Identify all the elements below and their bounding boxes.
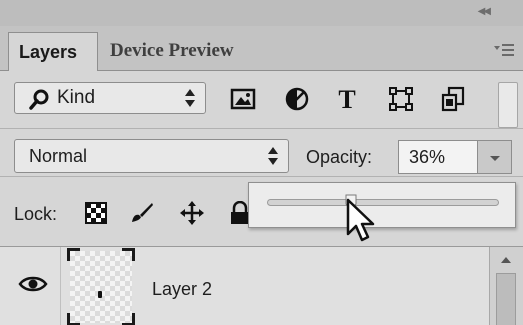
- visibility-column-divider: [60, 247, 61, 325]
- filter-row: Kind T: [0, 70, 523, 128]
- opacity-dropdown-button[interactable]: [478, 140, 512, 174]
- blend-mode-select[interactable]: Normal: [14, 139, 289, 173]
- type-filter-icon[interactable]: T: [334, 85, 360, 114]
- lock-label: Lock:: [14, 204, 58, 224]
- layers-scrollbar[interactable]: [489, 247, 523, 325]
- layer-row[interactable]: Layer 2: [0, 247, 490, 325]
- opacity-input[interactable]: 36%: [398, 140, 478, 174]
- lock-position-icon[interactable]: [180, 201, 204, 225]
- up-down-arrows-icon: [267, 145, 279, 167]
- filter-kind-select[interactable]: Kind: [14, 82, 206, 114]
- image-filter-icon[interactable]: [230, 86, 256, 112]
- opacity-label: Opacity:: [306, 147, 373, 167]
- panel-menu-icon[interactable]: [493, 40, 515, 60]
- mouse-cursor-icon: [345, 198, 377, 244]
- blend-mode-value: Normal: [29, 146, 88, 166]
- chevron-down-icon: [490, 156, 500, 161]
- tab-layers[interactable]: Layers: [8, 32, 98, 71]
- eye-icon[interactable]: [18, 273, 48, 295]
- lock-image-pixels-icon[interactable]: [130, 201, 154, 225]
- adjustment-filter-icon[interactable]: [284, 86, 310, 112]
- search-icon: [29, 88, 51, 110]
- collapse-panel-icon[interactable]: ◀◀: [478, 6, 491, 17]
- tab-device-preview[interactable]: Device Preview: [100, 32, 272, 70]
- scroll-up-icon[interactable]: [501, 257, 511, 263]
- panel-tab-bar: Layers Device Preview: [0, 26, 523, 71]
- up-down-arrows-icon: [184, 87, 196, 109]
- blend-opacity-row: Normal Opacity: 36%: [0, 128, 523, 177]
- smart-object-filter-icon[interactable]: [440, 86, 466, 112]
- opacity-slider-track[interactable]: [267, 199, 499, 206]
- shape-filter-icon[interactable]: [388, 86, 414, 112]
- layers-list: Layer 2: [0, 246, 523, 325]
- lock-transparent-pixels-icon[interactable]: [84, 201, 108, 225]
- opacity-slider-popup: [248, 182, 516, 228]
- layer-thumbnail[interactable]: [67, 248, 135, 325]
- type-filter-glyph: T: [338, 86, 355, 112]
- scrollbar-thumb[interactable]: [496, 273, 516, 325]
- opacity-value: 36%: [409, 147, 446, 167]
- panel-title-strip: ◀◀: [0, 0, 523, 26]
- filter-toggle-switch[interactable]: [498, 82, 518, 128]
- filter-kind-label: Kind: [57, 87, 96, 108]
- layer-name[interactable]: Layer 2: [152, 279, 212, 300]
- layers-panel: ◀◀ Layers Device Preview Kind T Normal O…: [0, 0, 523, 325]
